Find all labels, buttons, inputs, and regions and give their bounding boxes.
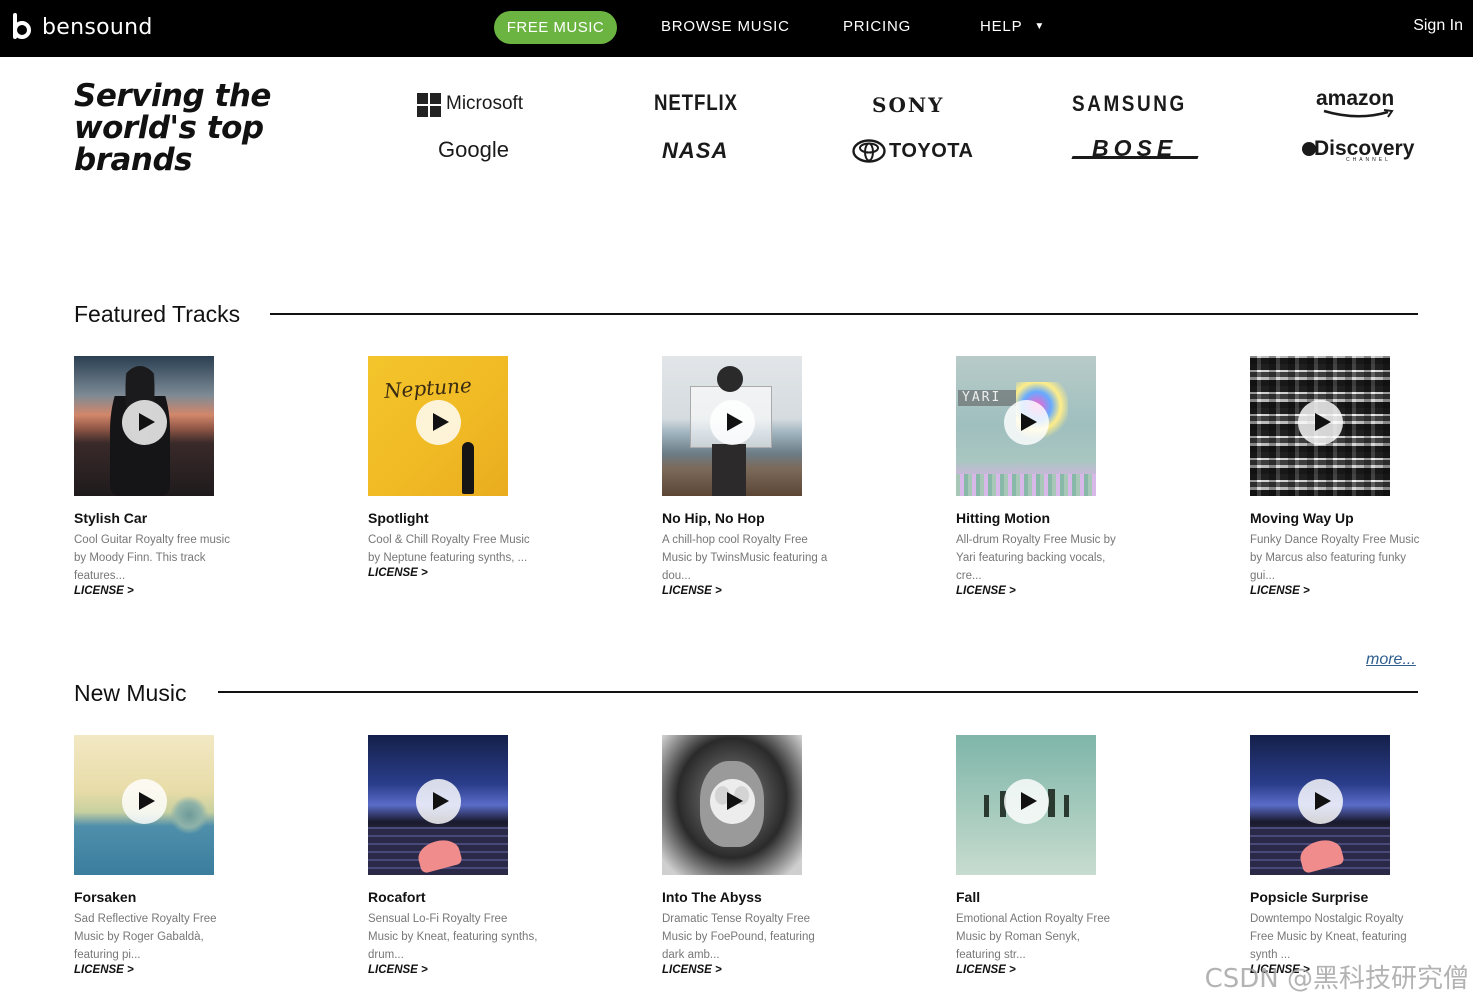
toyota-emblem-icon (852, 139, 886, 163)
license-link[interactable]: LICENSE > (956, 585, 1016, 597)
bensound-b-icon (12, 13, 34, 41)
album-cover[interactable] (1250, 735, 1390, 875)
brand-netflix: NETFLIX (654, 90, 738, 115)
featured-divider (270, 313, 1418, 315)
license-link[interactable]: LICENSE > (368, 567, 428, 579)
help-label: HELP (980, 18, 1023, 35)
license-link[interactable]: LICENSE > (956, 964, 1016, 976)
track-description: Emotional Action Royalty Free Music by R… (956, 913, 1111, 961)
sign-in-link[interactable]: Sign In (1413, 17, 1463, 35)
album-cover[interactable]: Neptune (368, 356, 508, 496)
track-title[interactable]: Moving Way Up (1250, 510, 1354, 526)
amazon-text: amazon (1316, 87, 1395, 110)
play-button-icon[interactable] (710, 779, 755, 824)
license-link[interactable]: LICENSE > (1250, 585, 1310, 597)
album-cover[interactable] (956, 735, 1096, 875)
track-description: Downtempo Nostalgic Royalty Free Music b… (1250, 913, 1407, 961)
track-title[interactable]: Into The Abyss (662, 889, 762, 905)
album-cover[interactable] (74, 356, 214, 496)
new-music-divider (218, 691, 1418, 693)
more-tracks-link[interactable]: more... (1366, 651, 1416, 669)
brand-google: Google (438, 137, 509, 162)
free-music-button[interactable]: FREE MUSIC (494, 11, 617, 44)
album-cover[interactable] (74, 735, 214, 875)
help-menu[interactable]: HELP ▼ (980, 18, 1045, 35)
album-cover[interactable] (1250, 356, 1390, 496)
track-description: Funky Dance Royalty Free Music by Marcus… (1250, 534, 1420, 582)
play-button-icon[interactable] (1004, 779, 1049, 824)
featured-tracks-heading: Featured Tracks (74, 301, 241, 327)
album-cover[interactable] (662, 735, 802, 875)
brand-bose: BOSE (1071, 135, 1199, 164)
track-description: A chill-hop cool Royalty Free Music by T… (662, 534, 828, 582)
top-navigation: bensound FREE MUSIC BROWSE MUSIC PRICING… (0, 0, 1473, 57)
play-button-icon[interactable] (710, 400, 755, 445)
play-button-icon[interactable] (122, 779, 167, 824)
track-title[interactable]: Rocafort (368, 889, 426, 905)
track-description: All-drum Royalty Free Music by Yari feat… (956, 534, 1116, 582)
csdn-watermark: CSDN @黑科技研究僧 (1204, 964, 1469, 994)
track-description: Sensual Lo-Fi Royalty Free Music by Knea… (368, 913, 538, 961)
chevron-down-icon: ▼ (1034, 21, 1046, 32)
track-title[interactable]: No Hip, No Hop (662, 510, 765, 526)
play-button-icon[interactable] (416, 400, 461, 445)
license-link[interactable]: LICENSE > (74, 964, 134, 976)
play-button-icon[interactable] (1004, 400, 1049, 445)
play-button-icon[interactable] (1298, 400, 1343, 445)
bose-text: BOSE (1092, 135, 1178, 161)
track-description: Cool Guitar Royalty free music by Moody … (74, 534, 230, 582)
brand-microsoft: Microsoft (446, 93, 524, 114)
microsoft-windows-icon (417, 93, 441, 117)
discovery-channel-text: CHANNEL (1346, 157, 1391, 163)
brand-nasa: NASA (662, 138, 729, 163)
track-title[interactable]: Fall (956, 889, 980, 905)
new-music-heading: New Music (74, 680, 187, 706)
license-link[interactable]: LICENSE > (368, 964, 428, 976)
browse-music-link[interactable]: BROWSE MUSIC (661, 18, 790, 35)
license-link[interactable]: LICENSE > (662, 964, 722, 976)
play-button-icon[interactable] (416, 779, 461, 824)
track-description: Dramatic Tense Royalty Free Music by Foe… (662, 913, 815, 961)
logo-text: bensound (42, 14, 153, 40)
license-link[interactable]: LICENSE > (662, 585, 722, 597)
brands-heading: Serving the world's top brands (74, 78, 271, 178)
album-cover[interactable] (662, 356, 802, 496)
track-title[interactable]: Forsaken (74, 889, 136, 905)
album-cover[interactable] (368, 735, 508, 875)
brand-sony: SONY (872, 93, 945, 117)
track-description: Sad Reflective Royalty Free Music by Rog… (74, 913, 217, 961)
track-title[interactable]: Hitting Motion (956, 510, 1050, 526)
album-cover[interactable]: YARI (956, 356, 1096, 496)
amazon-smile-icon (1323, 109, 1394, 118)
track-title[interactable]: Stylish Car (74, 510, 147, 526)
brand-samsung: SAMSUNG (1072, 91, 1187, 116)
bensound-logo[interactable]: bensound (12, 13, 153, 41)
pricing-link[interactable]: PRICING (843, 18, 911, 35)
track-title[interactable]: Spotlight (368, 510, 429, 526)
brand-toyota: TOYOTA (889, 140, 974, 162)
license-link[interactable]: LICENSE > (74, 585, 134, 597)
play-button-icon[interactable] (122, 400, 167, 445)
track-title[interactable]: Popsicle Surprise (1250, 889, 1368, 905)
track-description: Cool & Chill Royalty Free Music by Neptu… (368, 534, 530, 564)
brand-amazon: amazon (1316, 87, 1395, 118)
cover-script-text: Neptune (383, 372, 473, 404)
play-button-icon[interactable] (1298, 779, 1343, 824)
